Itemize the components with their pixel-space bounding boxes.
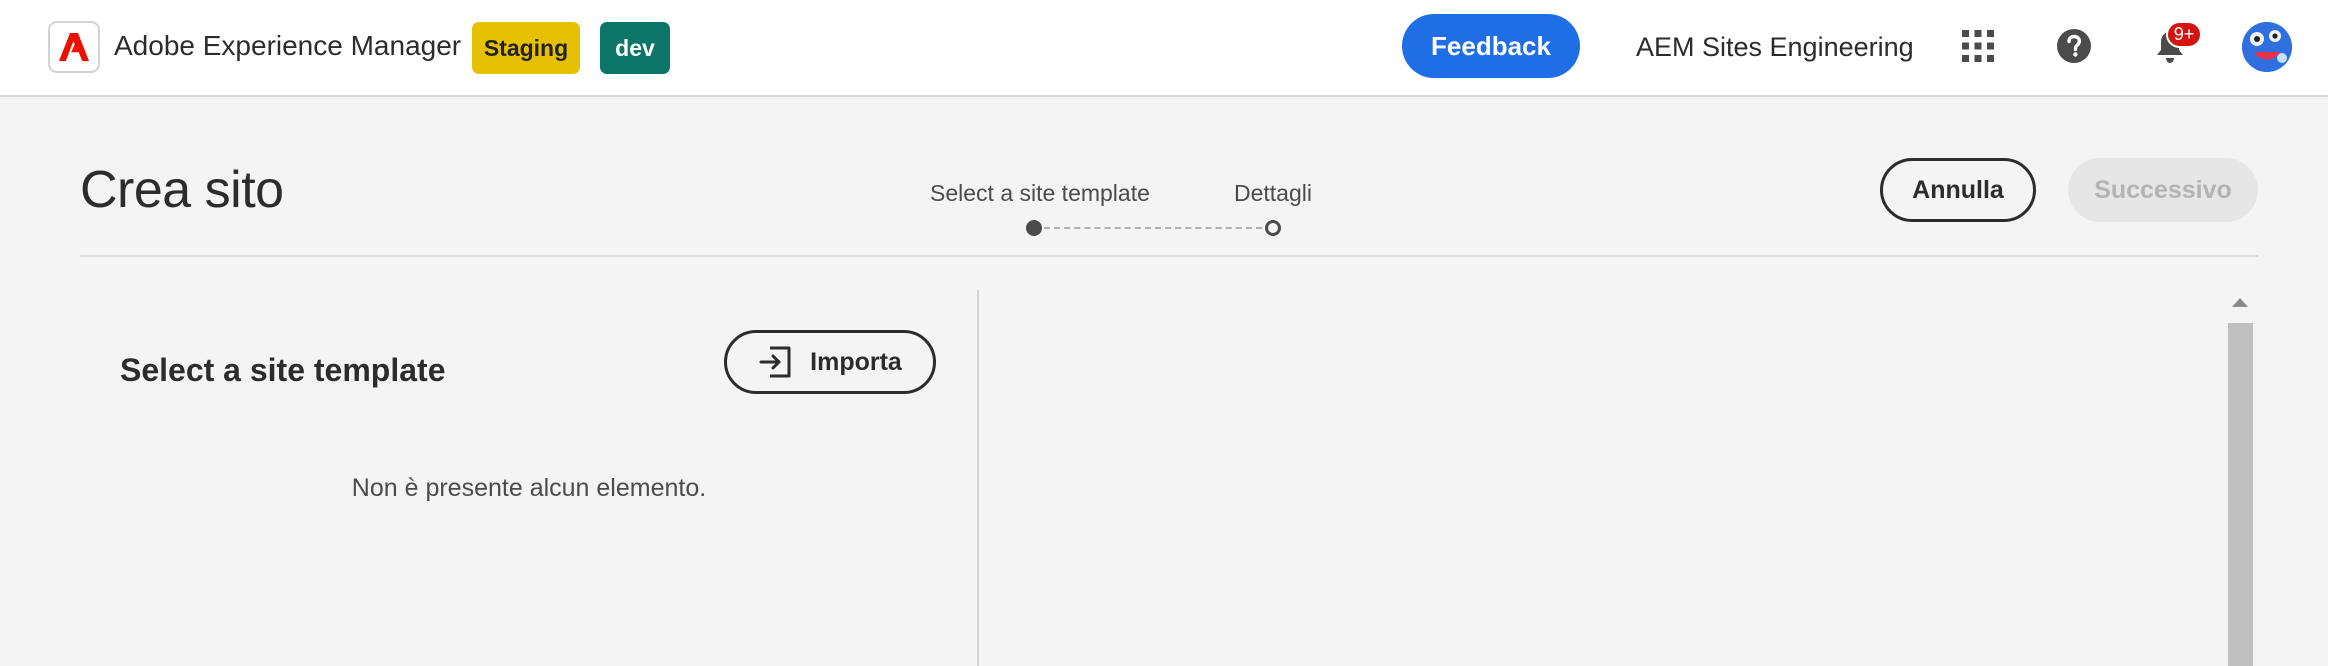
help-icon[interactable] bbox=[2055, 27, 2093, 65]
scrollbar-thumb[interactable] bbox=[2228, 323, 2253, 666]
step-label-dettagli: Dettagli bbox=[1234, 180, 1312, 206]
template-preview-panel bbox=[979, 290, 2229, 666]
product-name[interactable]: Adobe Experience Manager bbox=[114, 30, 461, 62]
environment-tag-staging: Staging bbox=[472, 22, 580, 74]
apps-grid-icon[interactable] bbox=[1958, 26, 1998, 66]
step-connector bbox=[1044, 227, 1262, 229]
environment-tag-dev: dev bbox=[600, 22, 670, 74]
step-indicator-upcoming bbox=[1265, 220, 1281, 236]
import-button[interactable]: Importa bbox=[724, 330, 936, 394]
adobe-logo-icon[interactable] bbox=[48, 21, 100, 73]
shell-header: Adobe Experience Manager Staging dev Fee… bbox=[0, 0, 2328, 97]
next-button[interactable]: Successivo bbox=[2068, 158, 2258, 222]
panel-title: Select a site template bbox=[120, 352, 446, 388]
org-switcher[interactable]: AEM Sites Engineering bbox=[1636, 32, 1914, 63]
header-divider bbox=[80, 255, 2258, 257]
scroll-up-arrow-icon[interactable] bbox=[2232, 298, 2248, 307]
template-list-panel: Select a site template Importa Non è pre… bbox=[80, 290, 978, 666]
import-icon bbox=[759, 346, 791, 378]
adobe-logo-icon bbox=[59, 33, 89, 61]
step-indicator-current bbox=[1026, 220, 1042, 236]
avatar[interactable] bbox=[2242, 22, 2292, 72]
cancel-button[interactable]: Annulla bbox=[1880, 158, 2036, 222]
step-label-select-template: Select a site template bbox=[930, 180, 1150, 206]
empty-state-message: Non è presente alcun elemento. bbox=[351, 474, 707, 502]
feedback-button[interactable]: Feedback bbox=[1402, 14, 1580, 78]
page-title: Crea sito bbox=[80, 161, 284, 219]
notification-count-badge: 9+ bbox=[2166, 21, 2202, 48]
import-button-label: Importa bbox=[810, 347, 902, 376]
